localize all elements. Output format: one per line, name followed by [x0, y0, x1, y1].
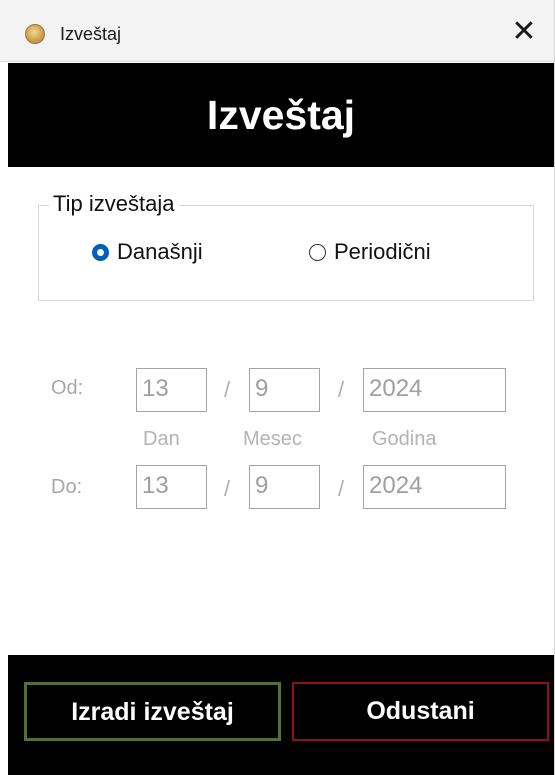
page-title: Izveštaj [206, 92, 356, 138]
to-separator-1: / [224, 476, 231, 501]
cancel-button[interactable]: Odustani [292, 682, 549, 741]
create-report-button[interactable]: Izradi izveštaj [24, 682, 281, 741]
month-hint: Mesec [243, 428, 302, 450]
to-day-field[interactable]: 13 [136, 465, 207, 509]
window-left-edge [0, 63, 8, 775]
from-day-field[interactable]: 13 [136, 368, 207, 412]
to-label: Do: [51, 476, 83, 498]
footer-bar: Izradi izveštaj Odustani [8, 655, 554, 775]
year-hint: Godina [372, 428, 437, 450]
from-month-field[interactable]: 9 [249, 368, 320, 412]
from-year-field[interactable]: 2024 [363, 368, 506, 412]
close-button[interactable]: ✕ [494, 10, 554, 54]
to-year-field[interactable]: 2024 [363, 465, 506, 509]
from-separator-2: / [338, 377, 345, 402]
title-bar[interactable]: Izveštaj ✕ [0, 0, 554, 62]
from-separator-1: / [224, 377, 231, 402]
app-coin-icon [25, 24, 45, 44]
radio-label-todays: Današnji [117, 239, 203, 264]
to-separator-2: / [338, 476, 345, 501]
radio-selected-icon[interactable] [92, 243, 109, 261]
radio-periodic-report[interactable]: Periodični [309, 237, 431, 267]
window-title: Izveštaj [60, 24, 122, 44]
day-hint: Dan [143, 428, 180, 450]
radio-label-periodic: Periodični [334, 239, 431, 264]
from-label: Od: [51, 377, 84, 399]
report-type-legend: Tip izveštaja [49, 190, 180, 218]
header-banner: Izveštaj [8, 63, 554, 167]
radio-todays-report[interactable]: Današnji [92, 237, 203, 267]
radio-unselected-icon[interactable] [309, 243, 326, 261]
to-month-field[interactable]: 9 [249, 465, 320, 509]
report-window: Izveštaj ✕ Izveštaj Tip izveštaja Današn… [0, 0, 555, 775]
